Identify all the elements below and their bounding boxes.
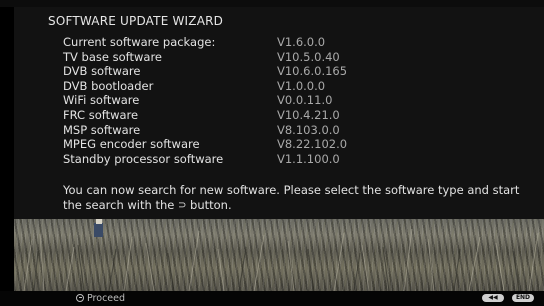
figure-in-grass	[94, 219, 103, 237]
ok-button-icon	[76, 294, 84, 302]
software-version: V1.6.0.0	[277, 35, 326, 49]
instruction-text: You can now search for new software. Ple…	[63, 183, 520, 212]
software-version: V1.0.0.0	[277, 78, 326, 93]
end-key-icon[interactable]: END	[512, 294, 534, 302]
software-label: MPEG encoder software	[63, 137, 200, 152]
search-instruction: You can now search for new software. Ple…	[63, 183, 539, 213]
ok-button-icon: ⊃	[177, 199, 187, 211]
proceed-label: Proceed	[87, 293, 126, 304]
proceed-hint[interactable]: Proceed	[76, 292, 125, 305]
software-label: DVB software	[63, 64, 141, 79]
software-version: V8.22.102.0	[277, 137, 348, 152]
software-label: Current software package:	[63, 35, 216, 49]
software-label: FRC software	[63, 107, 139, 122]
bottom-hint-bar: Proceed ◀◀ END	[0, 291, 544, 306]
instruction-text-end: button.	[190, 197, 232, 212]
background-video-image	[14, 219, 544, 291]
software-label: TV base software	[63, 49, 163, 64]
tv-screen: SOFTWARE UPDATE WIZARD Current software …	[0, 0, 544, 306]
software-label: DVB bootloader	[63, 78, 154, 93]
software-label: Standby processor software	[63, 151, 224, 166]
software-version: V10.6.0.165	[277, 64, 348, 79]
software-version: V10.4.21.0	[277, 107, 340, 122]
software-label: MSP software	[63, 122, 141, 137]
rewind-key-icon[interactable]: ◀◀	[482, 294, 504, 302]
software-version: V1.1.100.0	[277, 151, 340, 166]
top-bar	[0, 0, 544, 7]
software-version: V0.0.11.0	[277, 93, 333, 108]
wizard-title: SOFTWARE UPDATE WIZARD	[48, 14, 224, 28]
grass-scene	[23, 219, 539, 291]
software-version: V8.103.0.0	[277, 122, 340, 137]
software-label: WiFi software	[63, 93, 140, 108]
software-version: V10.5.0.40	[277, 49, 340, 64]
